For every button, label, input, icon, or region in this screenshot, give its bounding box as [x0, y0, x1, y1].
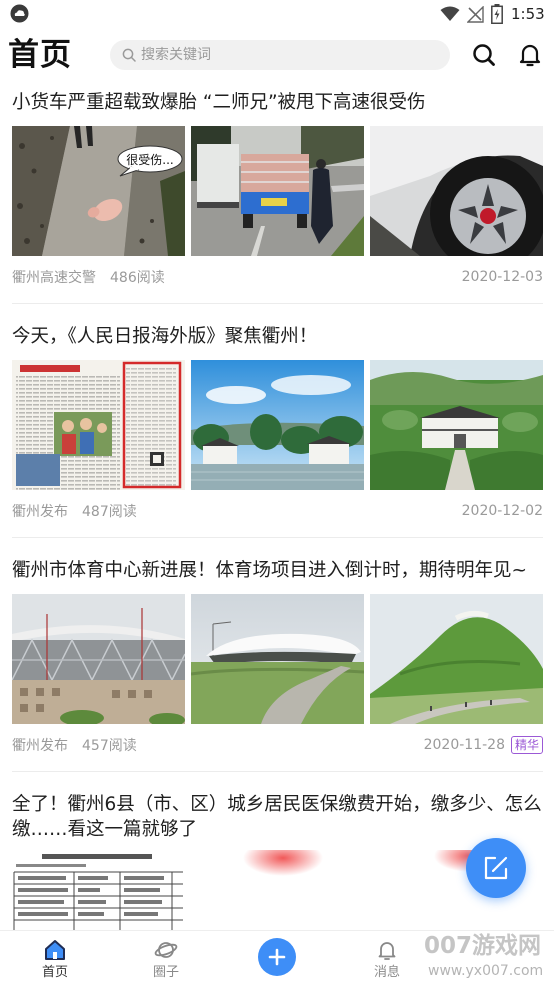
thumbnail-image[interactable]	[191, 360, 364, 490]
article-meta: 衢州高速交警 486阅读 2020-12-03	[12, 266, 543, 288]
article-reads: 457阅读	[82, 738, 137, 754]
battery-icon	[491, 4, 503, 24]
signal-icon	[467, 6, 484, 23]
thumbnail-image[interactable]	[370, 360, 543, 490]
article-meta: 衢州发布 457阅读 2020-11-28 精华	[12, 734, 543, 756]
search-icon[interactable]	[472, 43, 496, 67]
nav-messages-label: 消息	[373, 965, 400, 980]
compose-button[interactable]	[466, 838, 526, 898]
nav-circle[interactable]: 圈子	[126, 931, 206, 987]
thumbnail-image[interactable]	[191, 126, 364, 256]
article-date: 2020-12-02	[461, 503, 543, 519]
thumbnail-row	[12, 360, 543, 490]
edit-icon	[484, 856, 508, 880]
article-title[interactable]: 全了！衢州6县（市、区）城乡居民医保缴费开始，缴多少、怎么缴……看这一篇就够了	[12, 792, 543, 842]
thumbnail-image[interactable]	[370, 126, 543, 256]
featured-badge: 精华	[510, 736, 543, 754]
article-date: 2020-11-28	[423, 737, 505, 753]
news-card[interactable]: 全了！衢州6县（市、区）城乡居民医保缴费开始，缴多少、怎么缴……看这一篇就够了	[12, 792, 543, 930]
speech-bubble-text: 很受伤...	[126, 153, 173, 167]
thumbnail-image[interactable]	[191, 594, 364, 724]
planet-icon	[154, 942, 178, 958]
article-source: 衢州发布	[12, 504, 68, 520]
search-placeholder: 搜索关键词	[141, 47, 211, 63]
news-card[interactable]: 今天，《人民日报海外版》聚焦衢州！ 衢州发布 487阅读 2020-12-02	[12, 324, 543, 538]
bell-icon	[378, 942, 396, 960]
status-time: 1:53	[511, 5, 545, 23]
app-icon	[10, 4, 29, 23]
wifi-icon	[440, 6, 460, 21]
page-title: 首页	[8, 37, 72, 73]
nav-home-label: 首页	[41, 965, 68, 980]
article-source: 衢州发布	[12, 738, 68, 754]
search-icon	[122, 48, 136, 62]
thumbnail-image[interactable]: 很受伤...	[12, 126, 185, 256]
nav-circle-label: 圈子	[152, 965, 179, 980]
thumbnail-row	[12, 594, 543, 724]
thumbnail-row	[12, 850, 543, 930]
article-title[interactable]: 小货车严重超载致爆胎 “二师兄”被甩下高速很受伤	[12, 90, 543, 116]
article-date: 2020-12-03	[461, 269, 543, 285]
article-title[interactable]: 今天，《人民日报海外版》聚焦衢州！	[12, 324, 543, 350]
nav-messages[interactable]: 消息	[347, 931, 427, 987]
news-card[interactable]: 小货车严重超载致爆胎 “二师兄”被甩下高速很受伤 很受伤... 衢州高速交警 4…	[12, 90, 543, 304]
article-reads: 487阅读	[82, 504, 137, 520]
status-bar: 1:53	[0, 0, 554, 28]
thumbnail-row: 很受伤...	[12, 126, 543, 256]
bell-icon[interactable]	[518, 42, 542, 68]
search-input[interactable]: 搜索关键词	[110, 40, 450, 70]
home-icon	[45, 940, 65, 960]
article-reads: 486阅读	[110, 270, 165, 286]
thumbnail-image[interactable]	[12, 594, 185, 724]
article-title[interactable]: 衢州市体育中心新进展！体育场项目进入倒计时，期待明年见~	[12, 558, 543, 584]
nav-profile[interactable]	[458, 931, 538, 987]
article-meta: 衢州发布 487阅读 2020-12-02	[12, 500, 543, 522]
add-post-button[interactable]	[258, 938, 296, 976]
thumbnail-image[interactable]	[191, 850, 364, 930]
news-card[interactable]: 衢州市体育中心新进展！体育场项目进入倒计时，期待明年见~ 衢州发布 457阅读 …	[12, 558, 543, 772]
thumbnail-image[interactable]	[12, 850, 185, 930]
thumbnail-image[interactable]	[370, 594, 543, 724]
bottom-nav: 首页 圈子 消息	[0, 930, 554, 987]
thumbnail-image[interactable]	[12, 360, 185, 490]
article-source: 衢州高速交警	[12, 270, 96, 286]
plus-icon	[268, 948, 286, 966]
nav-home[interactable]: 首页	[15, 931, 95, 987]
